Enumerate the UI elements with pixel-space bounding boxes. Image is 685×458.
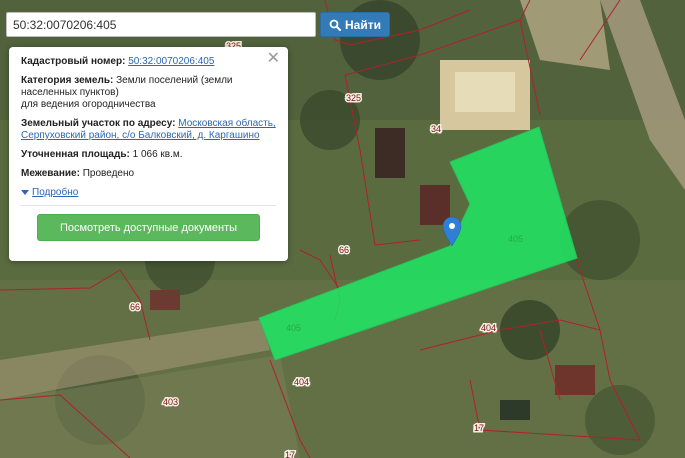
parcel-label: 405 [508, 234, 523, 244]
plot-label: 66 [339, 245, 349, 255]
category-extra: для ведения огородничества [21, 99, 156, 110]
plot-label: 34 [431, 124, 441, 134]
cadastral-label: Кадастровый номер: [21, 56, 126, 67]
area-value: 1 066 кв.м. [132, 149, 183, 160]
area-label: Уточненная площадь: [21, 149, 130, 160]
area-row: Уточненная площадь: 1 066 кв.м. [21, 149, 276, 161]
search-icon [329, 19, 341, 31]
cadastral-number-link[interactable]: 50:32:0070206:405 [128, 56, 214, 67]
parcel-label: 405 [286, 323, 301, 333]
plot-label: 17 [285, 450, 295, 458]
search-bar: Найти [6, 12, 390, 37]
details-link[interactable]: Подробно [32, 187, 78, 198]
close-icon[interactable]: ✕ [267, 51, 280, 67]
plot-label: 404 [294, 377, 309, 387]
cadastral-row: Кадастровый номер: 50:32:0070206:405 [21, 56, 276, 68]
survey-row: Межевание: Проведено [21, 168, 276, 180]
popup-divider [21, 205, 276, 206]
caret-down-icon [21, 190, 29, 195]
plot-label: 404 [481, 323, 496, 333]
plot-label: 66 [130, 302, 140, 312]
parcel-info-popup: ✕ Кадастровый номер: 50:32:0070206:405 К… [9, 47, 288, 261]
view-documents-button[interactable]: Посмотреть доступные документы [37, 214, 260, 241]
address-label: Земельный участок по адресу: [21, 118, 176, 129]
details-toggle[interactable]: Подробно [21, 187, 276, 198]
plot-label: 403 [163, 397, 178, 407]
category-label: Категория земель: [21, 75, 114, 86]
plot-label: 17 [474, 423, 484, 433]
search-button[interactable]: Найти [320, 12, 390, 37]
survey-value: Проведено [82, 168, 135, 179]
address-row: Земельный участок по адресу: Московская … [21, 118, 276, 142]
search-input[interactable] [6, 12, 316, 37]
search-button-label: Найти [345, 17, 381, 32]
survey-label: Межевание: [21, 168, 80, 179]
category-row: Категория земель: Земли поселений (земли… [21, 75, 276, 111]
plot-label: 325 [346, 93, 361, 103]
